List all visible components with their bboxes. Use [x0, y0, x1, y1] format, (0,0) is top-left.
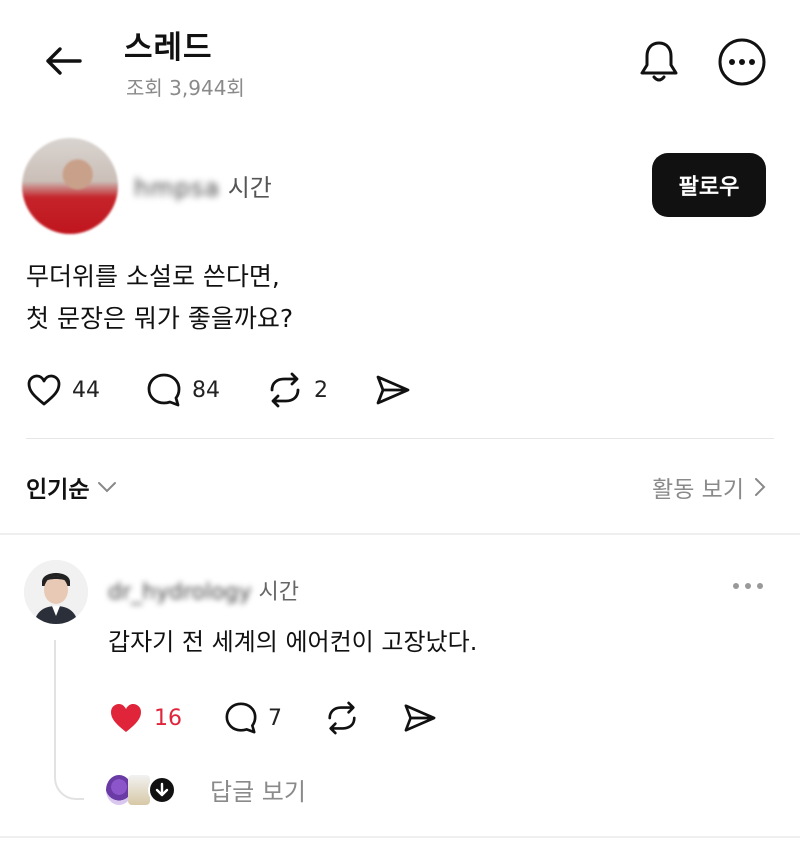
- view-replies-button[interactable]: 답글 보기: [106, 772, 306, 807]
- heart-filled-icon: [111, 704, 141, 732]
- comment-button[interactable]: 84: [146, 372, 220, 408]
- send-icon: [404, 704, 436, 732]
- share-button[interactable]: [374, 373, 412, 407]
- section-divider: [0, 533, 800, 535]
- comment-reply-button[interactable]: 7: [224, 701, 282, 735]
- back-button[interactable]: [40, 38, 86, 84]
- comment-share-button[interactable]: [402, 702, 438, 734]
- post-text-line-1: 무더위를 소설로 쓴다면,: [26, 262, 280, 291]
- commenter-username-text: dr_hydrology: [108, 580, 252, 605]
- like-button[interactable]: 44: [26, 373, 100, 407]
- repost-icon: [270, 372, 300, 408]
- repost-icon: [328, 701, 356, 735]
- commenter-username[interactable]: dr_hydrology 시간: [108, 574, 299, 606]
- comment-time: 시간: [258, 580, 299, 605]
- arrow-left-icon: [46, 47, 82, 75]
- comment-repost-button[interactable]: [324, 701, 360, 735]
- comment-actions: 16 7: [108, 698, 480, 738]
- speech-bubble-icon: [225, 702, 257, 734]
- section-divider: [0, 836, 800, 838]
- comment-text: 갑자기 전 세계의 에어컨이 고장났다.: [108, 628, 478, 656]
- view-count: 조회 3,944회: [126, 76, 245, 100]
- send-icon: [376, 375, 410, 405]
- speech-bubble-icon: [147, 373, 181, 407]
- thread-line: [54, 640, 84, 800]
- page-title: 스레드: [124, 30, 213, 66]
- post-text: 무더위를 소설로 쓴다면, 첫 문장은 뭐가 좋을까요?: [26, 256, 293, 340]
- sort-label: 인기순: [26, 477, 90, 503]
- divider: [26, 438, 774, 439]
- bell-icon: [640, 41, 678, 82]
- more-circle-icon: [718, 38, 766, 86]
- author-avatar[interactable]: [22, 138, 118, 234]
- comment-reply-count: 7: [268, 705, 282, 731]
- notification-button[interactable]: [634, 36, 684, 86]
- author-username[interactable]: hmpsa 시간: [134, 168, 272, 203]
- like-count: 44: [72, 377, 100, 403]
- chevron-right-icon: [754, 477, 766, 497]
- post-text-line-2: 첫 문장은 뭐가 좋을까요?: [26, 304, 294, 333]
- comment-like-button[interactable]: 16: [108, 701, 182, 735]
- top-bar: 스레드 조회 3,944회: [0, 0, 800, 120]
- view-replies-label: 답글 보기: [210, 778, 306, 806]
- post-actions: 44 84 2: [26, 370, 458, 410]
- comment-like-count: 16: [154, 705, 182, 731]
- comment-count: 84: [192, 377, 220, 403]
- comment-more-button[interactable]: [728, 574, 768, 598]
- reply-avatar: [128, 774, 150, 805]
- more-options-button[interactable]: [716, 36, 768, 88]
- commenter-avatar[interactable]: [24, 560, 88, 624]
- arrow-down-icon: [148, 775, 176, 804]
- person-photo-icon: [24, 560, 88, 624]
- sort-dropdown[interactable]: 인기순: [26, 470, 117, 504]
- repost-count: 2: [314, 377, 328, 403]
- follow-button[interactable]: 팔로우: [652, 153, 766, 217]
- post-time: 시간: [227, 174, 272, 202]
- chevron-down-icon: [97, 481, 117, 493]
- view-activity-link[interactable]: 활동 보기: [652, 470, 766, 504]
- repost-button[interactable]: 2: [266, 372, 328, 408]
- author-username-text: hmpsa: [134, 174, 221, 202]
- heart-icon: [27, 374, 61, 406]
- view-activity-label: 활동 보기: [652, 477, 744, 503]
- more-dots-icon: [733, 583, 763, 589]
